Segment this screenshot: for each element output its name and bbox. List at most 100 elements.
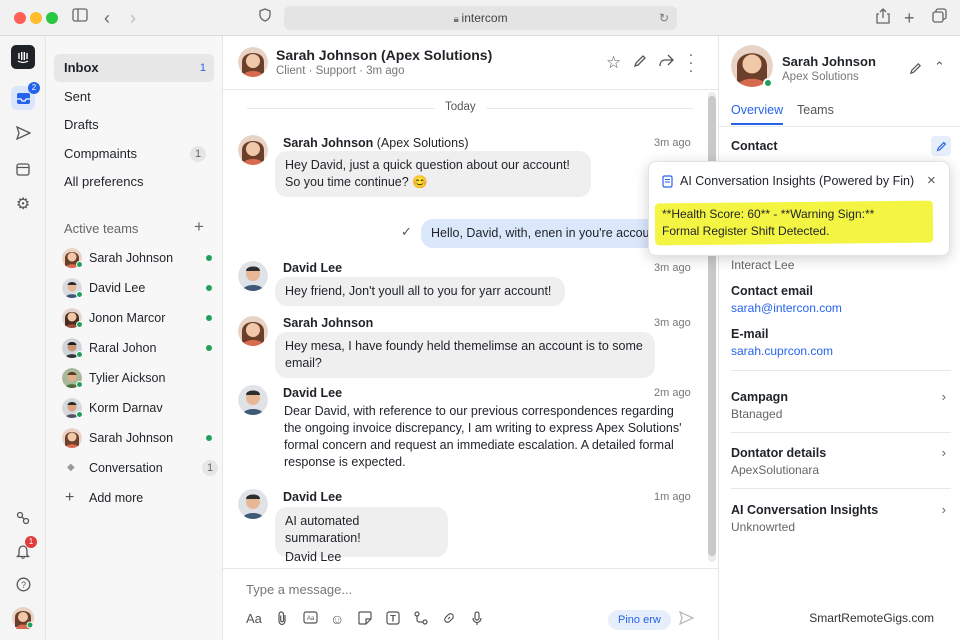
contact-section-label: Contact bbox=[731, 139, 778, 153]
nav-item-drafts[interactable]: Drafts bbox=[54, 111, 214, 139]
gif-icon[interactable]: Aa bbox=[303, 611, 318, 627]
forward-share-icon[interactable] bbox=[659, 54, 674, 72]
nav-item-complaints[interactable]: Compmaints 1 bbox=[54, 140, 214, 168]
nav-item-all-preferences[interactable]: All preferencs bbox=[54, 168, 214, 196]
team-item[interactable]: Jonon Marcor bbox=[62, 307, 212, 329]
add-more-button[interactable]: + Add more bbox=[62, 487, 212, 509]
conversation-panel: Sarah Johnson (Apex Solutions) Client · … bbox=[223, 36, 718, 640]
collapse-chevron-icon[interactable]: ⌃ bbox=[934, 59, 945, 75]
outgoing-message-bubble: Hello, David, with, enen in you're accou bbox=[421, 219, 661, 248]
active-indicator-icon bbox=[206, 255, 212, 261]
contact-email-link[interactable]: sarah@intercon.com bbox=[731, 301, 842, 315]
message-bubble: Hey friend, Jon't youll all to you for y… bbox=[275, 277, 565, 306]
microphone-icon[interactable] bbox=[471, 611, 483, 629]
team-item[interactable]: Tylier Aickson bbox=[62, 367, 212, 389]
chevron-right-icon[interactable]: › bbox=[942, 502, 946, 517]
nav-item-label: Sent bbox=[64, 89, 91, 104]
user-avatar[interactable] bbox=[11, 606, 35, 630]
link-icon[interactable] bbox=[442, 611, 456, 628]
team-name: Sarah Johnson bbox=[89, 251, 174, 265]
maximize-window-button[interactable] bbox=[46, 12, 58, 24]
message-input[interactable]: Type a message... bbox=[246, 582, 352, 597]
settings-gear-icon[interactable]: ⚙ bbox=[11, 192, 35, 216]
shield-icon[interactable] bbox=[259, 8, 271, 28]
team-item[interactable]: Sarah Johnson bbox=[62, 247, 212, 269]
send-mode-button[interactable]: Pino erw bbox=[608, 610, 671, 630]
watermark: SmartRemoteGigs.com bbox=[809, 611, 934, 625]
team-item[interactable]: Raral Johon bbox=[62, 337, 212, 359]
close-window-button[interactable] bbox=[14, 12, 26, 24]
new-tab-icon[interactable]: + bbox=[904, 8, 915, 28]
send-icon[interactable] bbox=[678, 610, 695, 628]
more-options-icon[interactable]: · · · bbox=[688, 47, 694, 78]
active-indicator-icon bbox=[206, 315, 212, 321]
ai-insights-label[interactable]: AI Conversation Insights bbox=[731, 503, 878, 517]
attachment-icon[interactable] bbox=[276, 611, 288, 629]
team-name: Sarah Johnson bbox=[89, 431, 174, 445]
sender-name: Sarah Johnson bbox=[283, 316, 374, 330]
tab-overview[interactable]: Overview bbox=[731, 103, 784, 125]
close-icon[interactable]: × bbox=[927, 172, 936, 189]
online-status-icon bbox=[763, 78, 773, 88]
active-teams-header: Active teams bbox=[64, 221, 139, 236]
notifications-bell-icon[interactable]: 1 bbox=[11, 536, 37, 563]
nav-item-inbox[interactable]: Inbox 1 bbox=[54, 54, 214, 82]
team-item[interactable]: Korm Darnav bbox=[62, 397, 212, 419]
url-bar[interactable]: 🔒︎ intercom ↻ bbox=[284, 6, 677, 30]
message-time: 3m ago bbox=[654, 262, 691, 274]
team-item[interactable]: David Lee bbox=[62, 277, 212, 299]
star-icon[interactable]: ☆ bbox=[606, 53, 621, 73]
reload-icon[interactable]: ↻ bbox=[659, 6, 669, 30]
team-name: David Lee bbox=[89, 281, 146, 295]
add-team-icon[interactable]: + bbox=[194, 217, 204, 237]
popup-title: AI Conversation Insights (Powered by Fin… bbox=[680, 174, 915, 188]
warning-sign-line: Formal Register Shift Detected. bbox=[662, 224, 830, 238]
help-icon[interactable]: ? bbox=[11, 572, 35, 596]
forward-icon[interactable]: › bbox=[130, 8, 136, 28]
email-link[interactable]: sarah.cuprcon.com bbox=[731, 344, 833, 358]
team-name: Tylier Aickson bbox=[89, 371, 166, 385]
team-item-conversation[interactable]: ◆ Conversation 1 bbox=[62, 457, 218, 479]
online-status-icon bbox=[76, 261, 83, 268]
edit-pencil-icon[interactable] bbox=[909, 62, 922, 80]
text-block-icon[interactable]: T bbox=[386, 611, 400, 628]
text-format-icon[interactable]: Aa bbox=[246, 611, 262, 626]
integrations-icon[interactable] bbox=[11, 506, 35, 530]
inbox-icon[interactable]: 2 bbox=[11, 82, 40, 110]
date-divider: Today bbox=[435, 101, 486, 113]
tab-teams[interactable]: Teams bbox=[797, 103, 834, 117]
calendar-icon[interactable] bbox=[11, 157, 35, 181]
nav-item-label: All preferencs bbox=[64, 174, 144, 189]
nav-item-label: Inbox bbox=[64, 60, 99, 75]
notifications-badge: 1 bbox=[25, 536, 37, 548]
minimize-window-button[interactable] bbox=[30, 12, 42, 24]
divider bbox=[731, 432, 951, 433]
tabs-overview-icon[interactable] bbox=[932, 8, 947, 29]
chevron-right-icon[interactable]: › bbox=[942, 389, 946, 404]
sender-name: David Lee bbox=[283, 386, 343, 400]
edit-pencil-icon[interactable] bbox=[633, 54, 647, 73]
message-text: Dear David, with reference to our previo… bbox=[284, 404, 682, 469]
divider bbox=[731, 488, 951, 489]
svg-text:Aa: Aa bbox=[307, 616, 315, 622]
contact-name: Sarah Johnson bbox=[782, 54, 876, 69]
url-text: intercom bbox=[461, 11, 508, 25]
chevron-right-icon[interactable]: › bbox=[942, 445, 946, 460]
intercom-logo-icon[interactable] bbox=[11, 45, 35, 69]
email-label: E-mail bbox=[731, 327, 769, 341]
workflow-icon[interactable] bbox=[414, 611, 428, 628]
share-icon[interactable] bbox=[876, 8, 890, 30]
emoji-icon[interactable]: ☺ bbox=[330, 611, 344, 627]
back-icon[interactable]: ‹ bbox=[104, 8, 110, 28]
donator-details-label[interactable]: Dontator details bbox=[731, 446, 826, 460]
edit-contact-button[interactable] bbox=[931, 136, 951, 156]
active-indicator-icon bbox=[206, 435, 212, 441]
nav-item-sent[interactable]: Sent bbox=[54, 83, 214, 111]
sidebar-toggle-icon[interactable] bbox=[72, 8, 88, 28]
campaign-label[interactable]: Campagn bbox=[731, 390, 788, 404]
send-icon[interactable] bbox=[11, 121, 35, 145]
sticker-icon[interactable] bbox=[358, 611, 372, 628]
conversation-title: Sarah Johnson (Apex Solutions) bbox=[276, 47, 493, 63]
team-item[interactable]: Sarah Johnson bbox=[62, 427, 212, 449]
nav-item-count: 1 bbox=[199, 62, 206, 74]
